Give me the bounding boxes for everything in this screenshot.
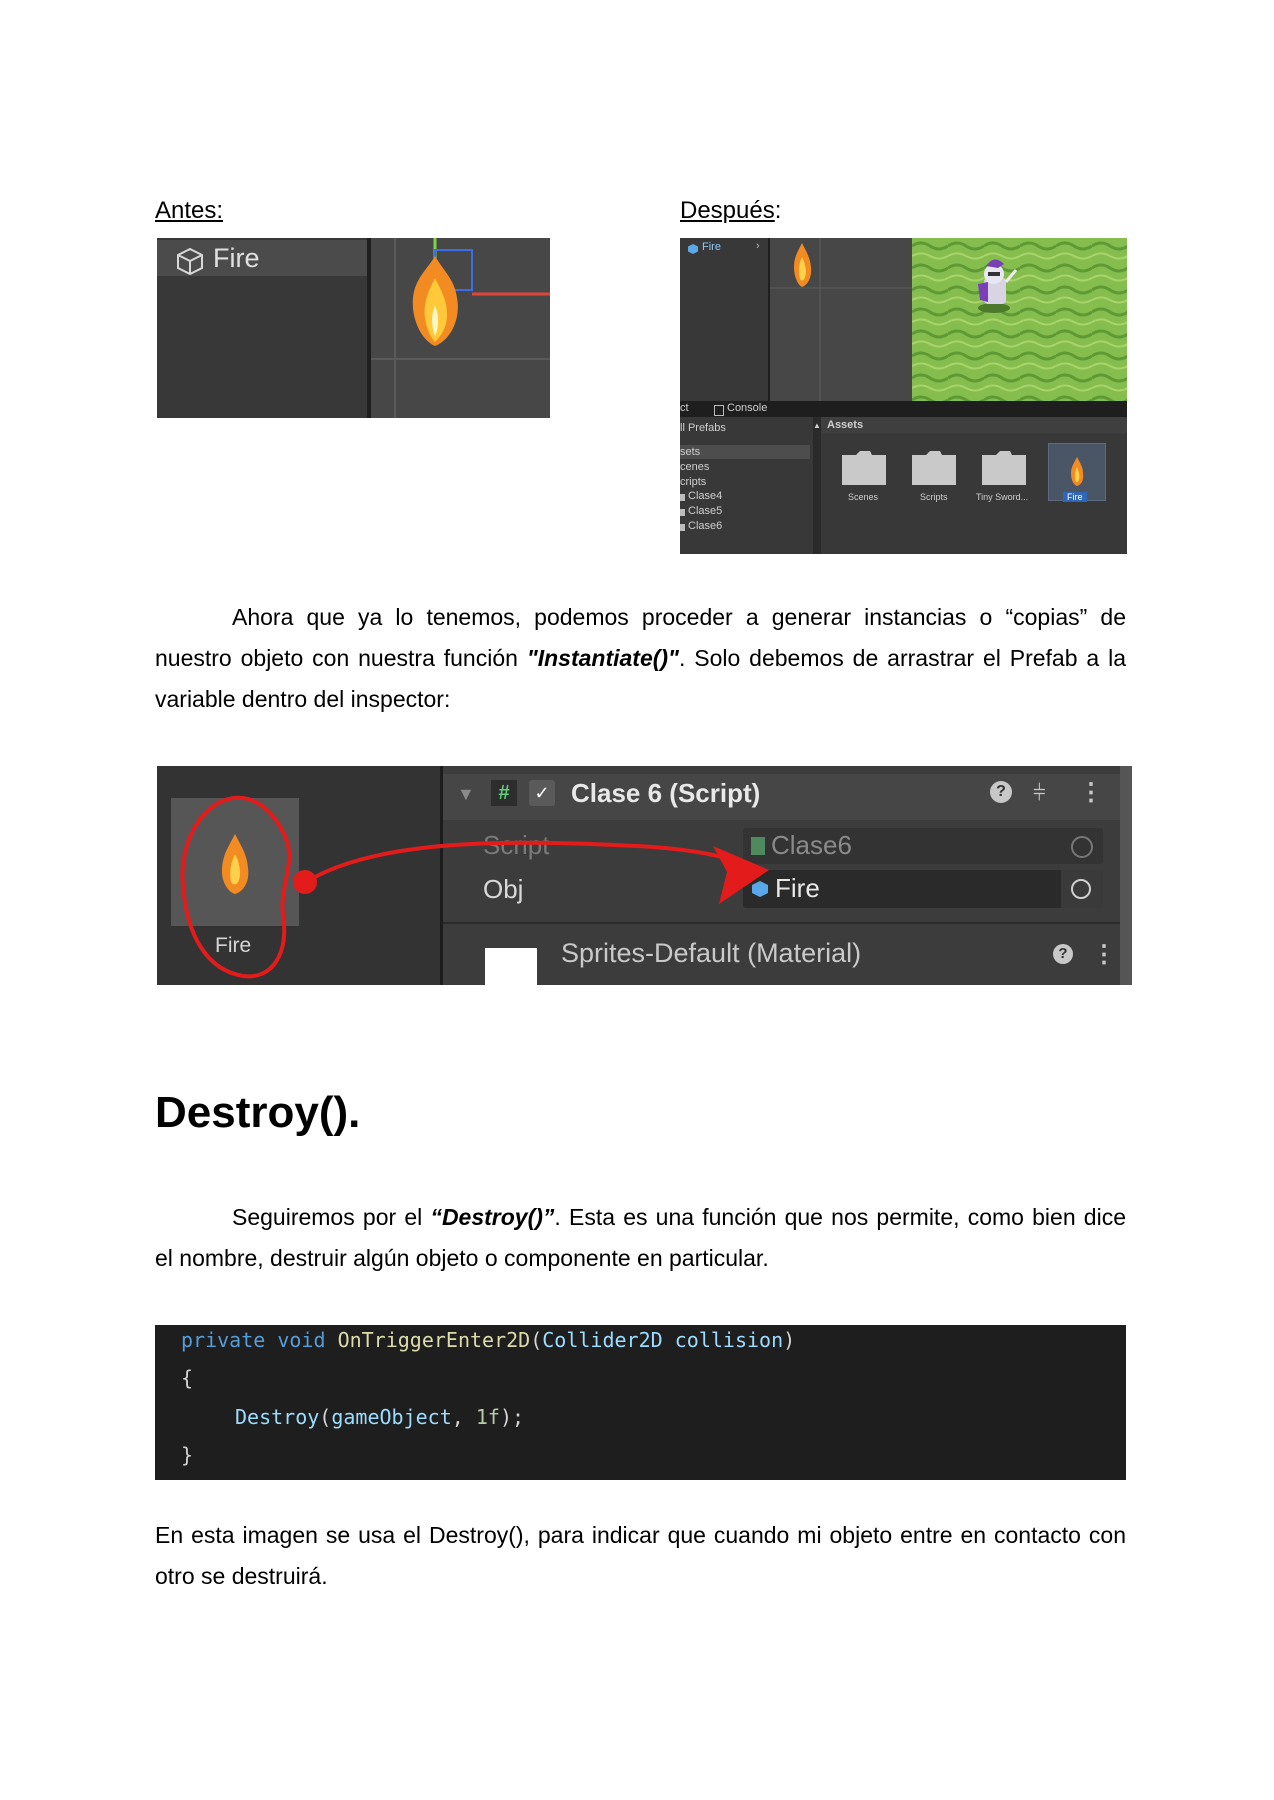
destroy-emphasis: “Destroy()” — [430, 1204, 555, 1230]
cube-icon — [687, 242, 699, 260]
game-view — [912, 238, 1127, 401]
chevron-up-icon: ▲ — [813, 421, 821, 430]
folder-icon[interactable] — [842, 451, 886, 485]
code-keyword: private — [181, 1328, 266, 1352]
code-keyword: void — [277, 1328, 326, 1352]
cube-icon — [175, 246, 205, 281]
code-type: Collider2D — [542, 1328, 663, 1352]
before-label: Antes: — [155, 197, 224, 224]
hierarchy-item-label: Fire — [213, 243, 260, 273]
hierarchy-panel: Fire — [157, 238, 367, 418]
hierarchy-item-fire[interactable]: Fire — [157, 240, 367, 276]
asset-label-fire: Fire — [1063, 492, 1087, 502]
fire-sprite — [412, 256, 458, 346]
all-prefabs-item[interactable]: ll Prefabs — [680, 422, 726, 434]
folder-icon — [680, 509, 685, 516]
folder-icon[interactable] — [912, 451, 956, 485]
tree-item-clase5[interactable]: Clase5 — [688, 505, 722, 517]
paragraph-destroy: Seguiremos por el “Destroy()”. Esta es u… — [155, 1197, 1126, 1279]
assets-header-bar — [821, 417, 1127, 433]
console-icon — [714, 405, 724, 416]
scene-view — [371, 238, 550, 418]
scrollbar[interactable] — [813, 417, 821, 554]
drag-annotation-arrow — [180, 795, 769, 979]
before-screenshot: Fire — [157, 238, 550, 418]
asset-label-scripts: Scripts — [920, 492, 948, 502]
code-line-1: private void OnTriggerEnter2D(Collider2D… — [181, 1328, 796, 1352]
asset-label-scenes: Scenes — [848, 492, 879, 502]
asset-label-tiny-sword: Tiny Sword... — [976, 492, 1029, 502]
project-tabbar: ct Console — [680, 401, 1127, 417]
folder-icon — [680, 494, 685, 501]
folder-icon[interactable] — [982, 451, 1026, 485]
paragraph-explanation: En esta imagen se usa el Destroy(), para… — [155, 1522, 1126, 1589]
after-label-word: Después — [680, 197, 775, 224]
tab-console[interactable]: Console — [727, 402, 767, 414]
tab-project[interactable]: ct — [680, 402, 689, 414]
inspector-screenshot: Fire ▼ # ✓ Clase 6 (Script) ? ⫩ ⋮ Script… — [157, 766, 1132, 985]
code-arg: gameObject — [331, 1405, 452, 1429]
code-line-2: { — [181, 1366, 194, 1390]
assets-header: Assets — [827, 419, 864, 431]
code-line-4: } — [181, 1443, 194, 1467]
code-line-3: Destroy(gameObject, 1f); — [235, 1405, 525, 1429]
hierarchy-panel: Fire › — [680, 238, 768, 401]
tree-item-scripts[interactable]: cripts — [680, 476, 706, 488]
code-param: collision — [674, 1328, 784, 1352]
tree-item-scenes[interactable]: cenes — [680, 461, 709, 473]
after-screenshot: Fire › ct Console ll Prefabs sets cenes … — [680, 238, 1127, 554]
project-panel: ll Prefabs sets cenes cripts Clase4 Clas… — [680, 417, 1127, 554]
paragraph-instantiate: Ahora que ya lo tenemos, podemos procede… — [155, 597, 1126, 720]
tree-item-clase4[interactable]: Clase4 — [688, 490, 722, 502]
folder-icon — [680, 524, 685, 531]
code-method: Destroy — [235, 1405, 320, 1429]
hierarchy-item-fire[interactable]: Fire — [702, 241, 721, 253]
section-heading: Destroy(). — [155, 1088, 361, 1137]
paragraph-text: Seguiremos por el — [232, 1204, 431, 1230]
code-method: OnTriggerEnter2D — [337, 1328, 531, 1352]
chevron-right-icon: › — [756, 240, 760, 252]
tree-item-assets[interactable]: sets — [680, 446, 700, 458]
after-label: Después: — [680, 197, 781, 225]
after-label-colon: : — [774, 197, 782, 224]
code-block: private void OnTriggerEnter2D(Collider2D… — [155, 1325, 1126, 1480]
instantiate-emphasis: "Instantiate()" — [526, 645, 679, 671]
scene-view — [770, 238, 912, 401]
code-number: 1f — [475, 1405, 500, 1429]
tree-item-clase6[interactable]: Clase6 — [688, 520, 722, 532]
